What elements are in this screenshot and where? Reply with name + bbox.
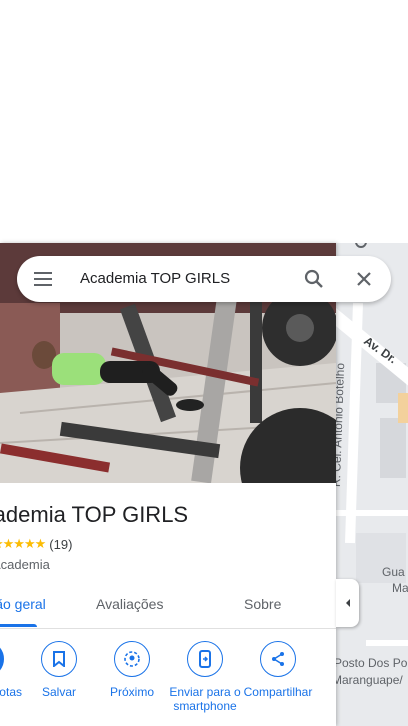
directions-icon: [0, 641, 4, 677]
blank-area: [0, 0, 408, 243]
map-streets: [336, 243, 408, 726]
tab-reviews[interactable]: Avaliações: [96, 596, 163, 612]
menu-icon[interactable]: [33, 270, 53, 288]
map-place-label: Gua: [382, 565, 405, 579]
star-rating: ★★★★★: [0, 536, 46, 551]
share-label: Compartilhar: [243, 685, 313, 699]
tab-bar: Visão geral Avaliações Sobre: [0, 586, 336, 629]
place-title: Academia TOP GIRLS: [0, 502, 189, 527]
map-place-label: Ma: [392, 581, 408, 595]
nearby-button[interactable]: Próximo: [96, 641, 168, 699]
rating-row[interactable]: ★★★★★ (19): [0, 536, 72, 552]
collapse-panel-button[interactable]: [336, 579, 359, 627]
send-to-phone-label: Enviar para o smartphone: [169, 685, 241, 713]
active-tab-indicator: [0, 624, 37, 627]
search-input[interactable]: Academia TOP GIRLS: [80, 270, 230, 287]
save-button[interactable]: Salvar: [23, 641, 95, 699]
caret-left-icon: [345, 599, 350, 607]
map-pin-icon: [355, 243, 367, 248]
nearby-label: Próximo: [109, 685, 154, 699]
place-category[interactable]: Academia: [0, 557, 50, 572]
search-icon[interactable]: [303, 268, 325, 290]
send-to-phone-button[interactable]: Enviar para o smartphone: [169, 641, 241, 713]
reviews-count[interactable]: (19): [49, 537, 72, 552]
search-box: Academia TOP GIRLS: [17, 256, 391, 302]
action-bar: Rotas Salvar Próximo Enviar para o smart…: [0, 641, 336, 726]
share-button[interactable]: Compartilhar: [242, 641, 314, 699]
tab-overview[interactable]: Visão geral: [0, 596, 46, 612]
bookmark-icon: [41, 641, 77, 677]
nearby-icon: [114, 641, 150, 677]
phone-icon: [187, 641, 223, 677]
map-place-label: Posto Dos Pobres: [336, 656, 408, 670]
directions-label: Rotas: [0, 685, 22, 699]
place-panel: Academia TOP GIRLS ★★★★★ (19) Academia V…: [0, 243, 336, 726]
map-view[interactable]: Av. Dr. R. Cel. Antônio Botelho Gua Ma P…: [336, 243, 408, 726]
map-place-label: Maranguape/: [336, 673, 403, 687]
save-label: Salvar: [41, 685, 76, 699]
close-icon[interactable]: [355, 270, 373, 288]
tab-about[interactable]: Sobre: [244, 596, 281, 612]
share-icon: [260, 641, 296, 677]
directions-button[interactable]: Rotas: [0, 641, 22, 699]
